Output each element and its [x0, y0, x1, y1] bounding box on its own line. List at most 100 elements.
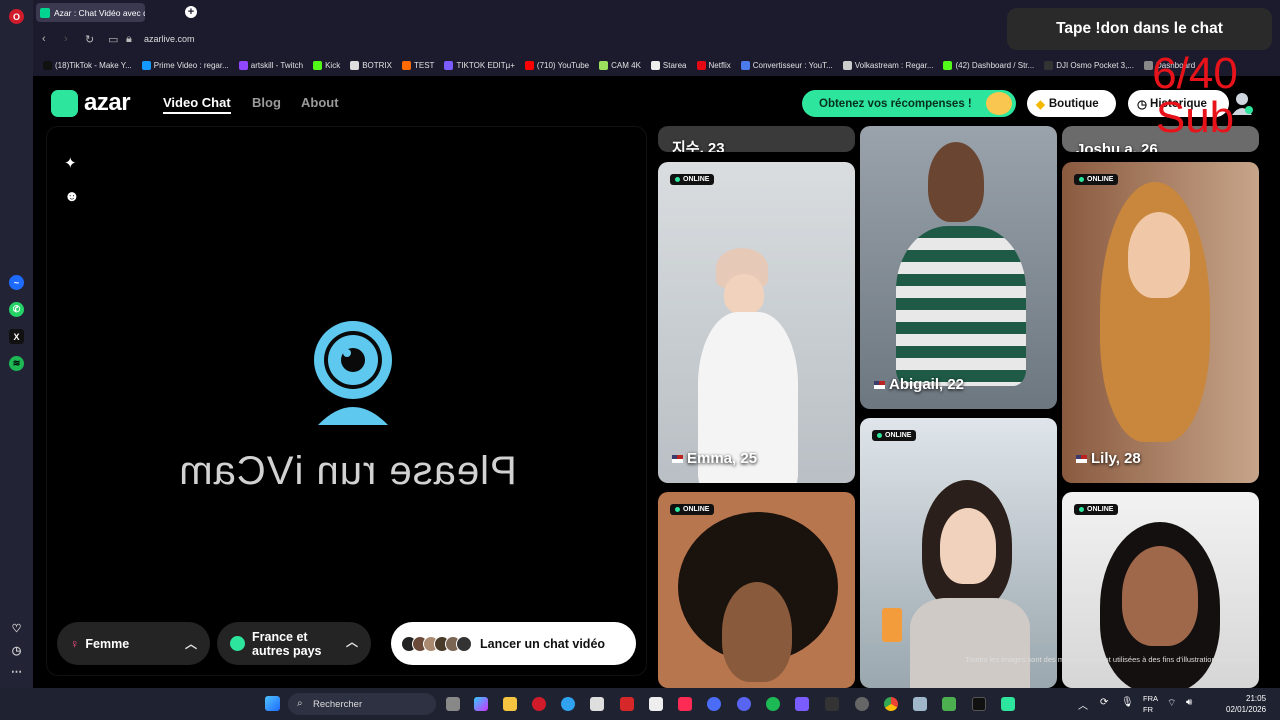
- country-line2: autres pays: [252, 643, 322, 658]
- tiktok-icon[interactable]: [972, 697, 986, 711]
- azar-logo-icon[interactable]: [51, 90, 78, 117]
- donation-banner: Tape !don dans le chat: [1007, 8, 1272, 50]
- bookmark-favicon-icon: [350, 60, 360, 70]
- bookmark-favicon-icon: [141, 60, 151, 70]
- task-view-icon[interactable]: [446, 697, 460, 711]
- sub-count: 6/40: [1152, 49, 1238, 98]
- forward-icon[interactable]: ›: [64, 33, 68, 45]
- clock[interactable]: 21:05 02/01/2026: [1226, 693, 1266, 715]
- taskbar-search[interactable]: ⌕ Rechercher: [288, 693, 436, 715]
- bookmark-item[interactable]: CAM 4K: [599, 60, 641, 70]
- profile-name-lily: Lily, 28: [1076, 450, 1141, 467]
- more-icon[interactable]: ⋯: [9, 664, 24, 679]
- profile-card-abigail[interactable]: Abigail, 22: [860, 126, 1057, 409]
- opera-taskbar-icon[interactable]: [532, 697, 546, 711]
- webcam-icon: [314, 321, 392, 425]
- epic-games-icon[interactable]: [825, 697, 839, 711]
- bookmark-item[interactable]: (710) YouTube: [524, 60, 589, 70]
- gem-icon: ◆: [1036, 98, 1045, 111]
- profile-card-drink[interactable]: ONLINE: [860, 418, 1057, 688]
- bookmark-item[interactable]: artskill - Twitch: [238, 60, 303, 70]
- back-icon[interactable]: ‹: [42, 33, 46, 45]
- profile-card-curly[interactable]: ONLINE: [658, 492, 855, 688]
- app-l-icon[interactable]: [620, 697, 634, 711]
- nav-about[interactable]: About: [301, 95, 339, 110]
- photos-icon[interactable]: [913, 697, 927, 711]
- ivcam-message: Please run iVCam: [178, 449, 517, 493]
- bookmark-item[interactable]: Kick: [313, 60, 340, 70]
- illustration-disclaimer: Toutes les images sont des modèles et so…: [965, 655, 1259, 664]
- sparkle-effects-icon[interactable]: ✦: [64, 154, 77, 172]
- x-icon[interactable]: X: [9, 329, 24, 344]
- edge-icon[interactable]: [561, 697, 575, 711]
- online-badge: ONLINE: [670, 504, 715, 515]
- app-blue-icon[interactable]: [707, 697, 721, 711]
- online-badge: ONLINE: [1074, 504, 1119, 515]
- opera-logo-icon[interactable]: O: [9, 9, 24, 24]
- copilot-icon[interactable]: [474, 697, 488, 711]
- address-field[interactable]: azarlive.com: [144, 34, 195, 44]
- volume-icon[interactable]: 🔊︎: [1186, 697, 1192, 708]
- spotify-taskbar-icon[interactable]: [766, 697, 780, 711]
- bookmark-item[interactable]: Prime Video : regar...: [141, 60, 229, 70]
- history-icon[interactable]: ◷: [9, 643, 24, 658]
- new-tab-button[interactable]: +: [185, 6, 197, 18]
- sync-icon[interactable]: ⟳: [1100, 697, 1108, 708]
- launch-video-chat-button[interactable]: Lancer un chat vidéo: [391, 622, 636, 665]
- bookmark-item[interactable]: Starea: [650, 60, 687, 70]
- whatsapp-icon[interactable]: ✆: [9, 302, 24, 317]
- app-green-icon[interactable]: [942, 697, 956, 711]
- bookmark-item[interactable]: Volkastream : Regar...: [842, 60, 933, 70]
- chevron-up-icon: ︿: [345, 635, 358, 649]
- heart-icon[interactable]: ♡: [9, 621, 24, 636]
- obs-icon[interactable]: [855, 697, 869, 711]
- bookmark-item[interactable]: DJI Osmo Pocket 3,...: [1044, 60, 1134, 70]
- store-icon[interactable]: [590, 697, 604, 711]
- bookmark-item[interactable]: Netflix: [696, 60, 731, 70]
- tab-azar[interactable]: Azar : Chat Vidéo avec de: [36, 3, 145, 22]
- shop-button[interactable]: ◆ Boutique: [1027, 90, 1116, 117]
- profile-name: Joshu a, 26: [1076, 141, 1158, 152]
- bookmark-item[interactable]: (42) Dashboard / Str...: [943, 60, 1034, 70]
- us-flag-icon: [874, 381, 885, 390]
- profile-card-lily[interactable]: ONLINE Lily, 28: [1062, 162, 1259, 483]
- chevron-up-tray-icon[interactable]: ︿: [1078, 697, 1088, 712]
- spotify-icon[interactable]: ≋: [9, 356, 24, 371]
- discord-icon[interactable]: [737, 697, 751, 711]
- bookmark-item[interactable]: TEST: [401, 60, 434, 70]
- nav-video-chat[interactable]: Video Chat: [163, 95, 231, 114]
- bookmark-favicon-icon: [650, 60, 660, 70]
- tiktok-studio-icon[interactable]: [678, 697, 692, 711]
- country-filter[interactable]: France et autres pays ︿: [217, 622, 371, 665]
- bookmark-item[interactable]: (18)TikTok - Make Y...: [43, 60, 132, 70]
- profile-name-emma: Emma, 25: [672, 450, 757, 467]
- microphone-icon[interactable]: 🎙︎: [1121, 697, 1134, 708]
- rewards-button[interactable]: Obtenez vos récompenses !: [802, 90, 1016, 117]
- reload-icon[interactable]: ↻: [85, 33, 94, 46]
- rewards-label: Obtenez vos récompenses !: [819, 97, 972, 110]
- file-explorer-icon[interactable]: [503, 697, 517, 711]
- profile-name-abigail: Abigail, 22: [874, 376, 964, 393]
- profile-card-top-left[interactable]: 지수, 23: [658, 126, 855, 152]
- sticker-icon[interactable]: ☻: [64, 188, 80, 205]
- gender-filter[interactable]: ♀ Femme ︿: [57, 622, 210, 665]
- windows-start-icon[interactable]: [265, 696, 280, 711]
- nav-blog[interactable]: Blog: [252, 95, 281, 110]
- camera-permission-icon[interactable]: ▭: [108, 33, 118, 46]
- capcut-icon[interactable]: [649, 697, 663, 711]
- country-line1: France et: [252, 629, 308, 644]
- language-indicator[interactable]: FRA FR: [1143, 693, 1158, 715]
- wifi-icon[interactable]: ⌔: [1167, 697, 1176, 710]
- logo-text[interactable]: azar: [84, 89, 131, 117]
- chrome-icon[interactable]: [884, 697, 898, 711]
- bookmark-favicon-icon: [238, 60, 248, 70]
- bookmark-item[interactable]: TIKTOK EDITµ+: [444, 60, 515, 70]
- tab-title: Azar : Chat Vidéo avec de: [54, 7, 145, 18]
- profile-card-emma[interactable]: ONLINE Emma, 25: [658, 162, 855, 483]
- bookmark-item[interactable]: BOTRIX: [350, 60, 392, 70]
- azar-taskbar-icon[interactable]: [1001, 697, 1015, 711]
- streaming-app-icon[interactable]: [795, 697, 809, 711]
- messenger-icon[interactable]: ~: [9, 275, 24, 290]
- bookmarks-bar: (18)TikTok - Make Y... Prime Video : rega…: [33, 54, 1280, 76]
- bookmark-item[interactable]: Convertisseur : YouT...: [740, 60, 833, 70]
